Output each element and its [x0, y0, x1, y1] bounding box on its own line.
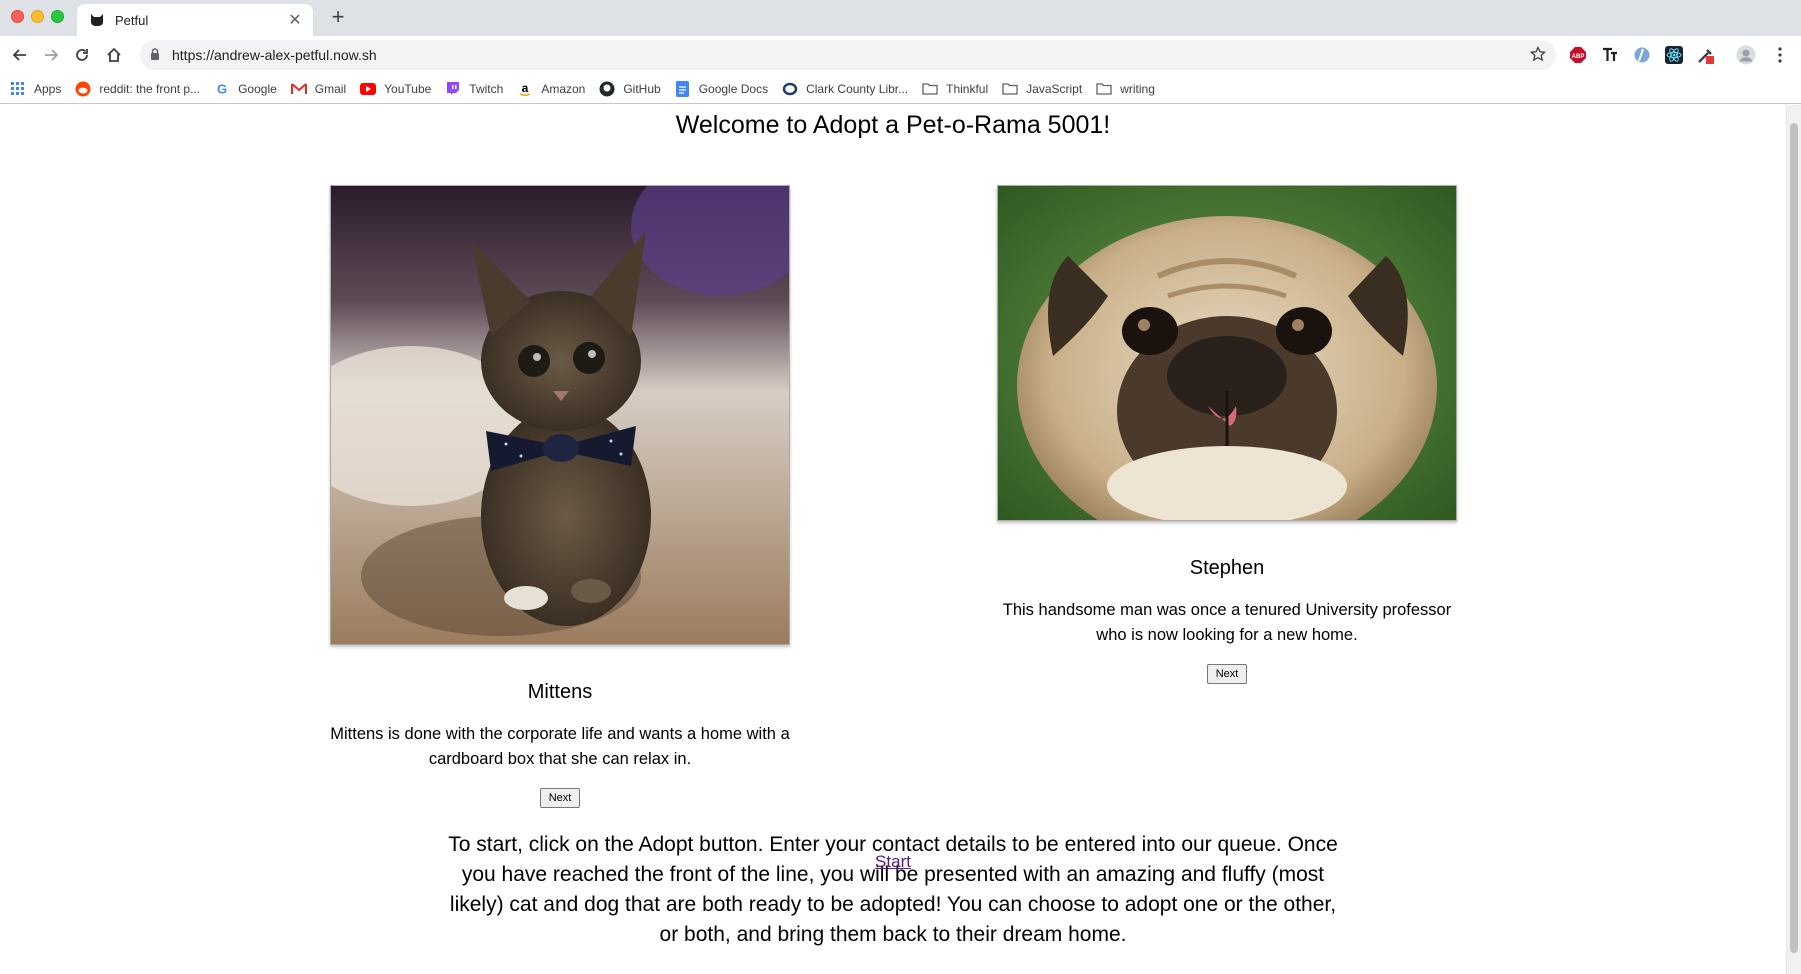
bookmark-thinkful[interactable]: Thinkful [922, 81, 988, 97]
cat-description: Mittens is done with the corporate life … [330, 725, 790, 768]
start-link-container: Start [0, 852, 1786, 872]
bookmark-label: Google [238, 81, 277, 96]
bookmark-javascript[interactable]: JavaScript [1002, 81, 1082, 97]
bookmark-github[interactable]: GitHub [599, 81, 661, 97]
bookmark-label: Apps [34, 81, 62, 96]
fullscreen-window-button[interactable] [51, 10, 64, 23]
bookmark-label: Twitch [469, 81, 504, 96]
url-input[interactable] [172, 47, 1472, 63]
cat-photo [330, 185, 790, 645]
new-tab-button[interactable]: + [326, 6, 350, 30]
reddit-icon [75, 81, 91, 97]
vertical-scrollbar[interactable] [1786, 105, 1801, 974]
text-format-icon[interactable] [1600, 45, 1620, 65]
bookmark-label: Gmail [314, 81, 347, 96]
bookmark-label: Clark County Libr... [806, 81, 909, 96]
apps-grid-icon [10, 81, 26, 97]
bookmark-label: Amazon [541, 81, 586, 96]
pug-photo [998, 186, 1456, 520]
bookmark-gmail[interactable]: Gmail [290, 81, 347, 97]
close-window-button[interactable] [11, 10, 24, 23]
home-icon[interactable] [102, 43, 126, 67]
intro-instructions: To start, click on the Adopt button. Ent… [448, 833, 1338, 946]
bookmark-amazon[interactable]: a Amazon [517, 81, 585, 97]
kitten-with-bowtie-photo [331, 186, 789, 644]
cat-card: Mittens Mittens is done with the corpora… [330, 185, 790, 808]
profile-avatar-icon[interactable] [1736, 45, 1756, 65]
blue-circle-extension-icon[interactable] [1632, 45, 1652, 65]
svg-text:ABP: ABP [1572, 54, 1585, 60]
dog-name: Stephen [1189, 557, 1265, 579]
gmail-icon [290, 81, 307, 97]
bookmark-label: Thinkful [946, 81, 989, 96]
cat-name: Mittens [527, 681, 593, 703]
tab-title: Petful [115, 12, 149, 28]
address-bar[interactable] [140, 40, 1556, 70]
youtube-icon [360, 81, 377, 97]
react-devtools-icon[interactable] [1664, 45, 1684, 65]
folder-icon [1096, 81, 1112, 97]
bookmark-apps[interactable]: Apps [10, 81, 61, 97]
library-icon [782, 81, 798, 97]
dog-card: Stephen This handsome man was once a ten… [997, 185, 1457, 684]
dog-photo [997, 185, 1457, 521]
svg-text:G: G [217, 81, 227, 96]
bookmark-label: GitHub [623, 81, 661, 96]
amazon-icon: a [517, 81, 533, 97]
bookmark-label: reddit: the front p... [99, 81, 201, 96]
folder-icon [1002, 81, 1018, 97]
browser-tab-petful[interactable]: Petful ✕ [77, 4, 313, 36]
bookmarks-bar: Apps reddit: the front p... G Google Gmail Yo… [0, 74, 1801, 104]
bookmark-label: YouTube [384, 81, 432, 96]
back-icon[interactable] [8, 43, 32, 67]
bookmark-label: writing [1120, 81, 1155, 96]
bookmark-clark-county-libr[interactable]: Clark County Libr... [782, 81, 908, 97]
page-title: Welcome to Adopt a Pet-o-Rama 5001! [675, 111, 1111, 139]
page-content: Welcome to Adopt a Pet-o-Rama 5001! Mitt… [0, 105, 1786, 974]
forward-icon[interactable] [39, 43, 63, 67]
bookmark-label: Google Docs [698, 81, 769, 96]
dog-description: This handsome man was once a tenured Uni… [1002, 601, 1452, 644]
cat-favicon-icon [89, 12, 105, 28]
reload-icon[interactable] [70, 43, 94, 67]
twitch-icon [445, 81, 461, 97]
tab-strip: Petful ✕ + [0, 0, 1801, 36]
cat-next-button[interactable]: Next [539, 788, 581, 808]
bookmark-google-docs[interactable]: Google Docs [675, 80, 769, 97]
bookmark-google[interactable]: G Google [214, 81, 277, 97]
google-icon: G [214, 81, 230, 97]
bookmark-label: JavaScript [1026, 81, 1083, 96]
close-tab-icon[interactable]: ✕ [285, 10, 305, 30]
eyedropper-extension-icon[interactable] [1696, 45, 1716, 65]
lock-icon [150, 48, 160, 66]
dog-next-button[interactable]: Next [1206, 664, 1248, 684]
more-menu-icon[interactable] [1770, 45, 1790, 65]
browser-toolbar: ABP [0, 36, 1801, 74]
google-docs-icon [675, 80, 691, 97]
bookmark-writing[interactable]: writing [1096, 81, 1155, 97]
bookmark-reddit-the-front-p[interactable]: reddit: the front p... [75, 81, 200, 97]
start-link[interactable]: Start [875, 852, 911, 871]
bookmark-twitch[interactable]: Twitch [445, 81, 503, 97]
svg-text:a: a [522, 81, 529, 95]
scrollbar-thumb[interactable] [1790, 123, 1798, 953]
bookmark-star-icon[interactable] [1529, 45, 1547, 67]
minimize-window-button[interactable] [31, 10, 44, 23]
folder-icon [922, 81, 938, 97]
bookmark-youtube[interactable]: YouTube [360, 81, 431, 97]
github-icon [599, 81, 615, 97]
adblock-plus-icon[interactable]: ABP [1568, 45, 1588, 65]
